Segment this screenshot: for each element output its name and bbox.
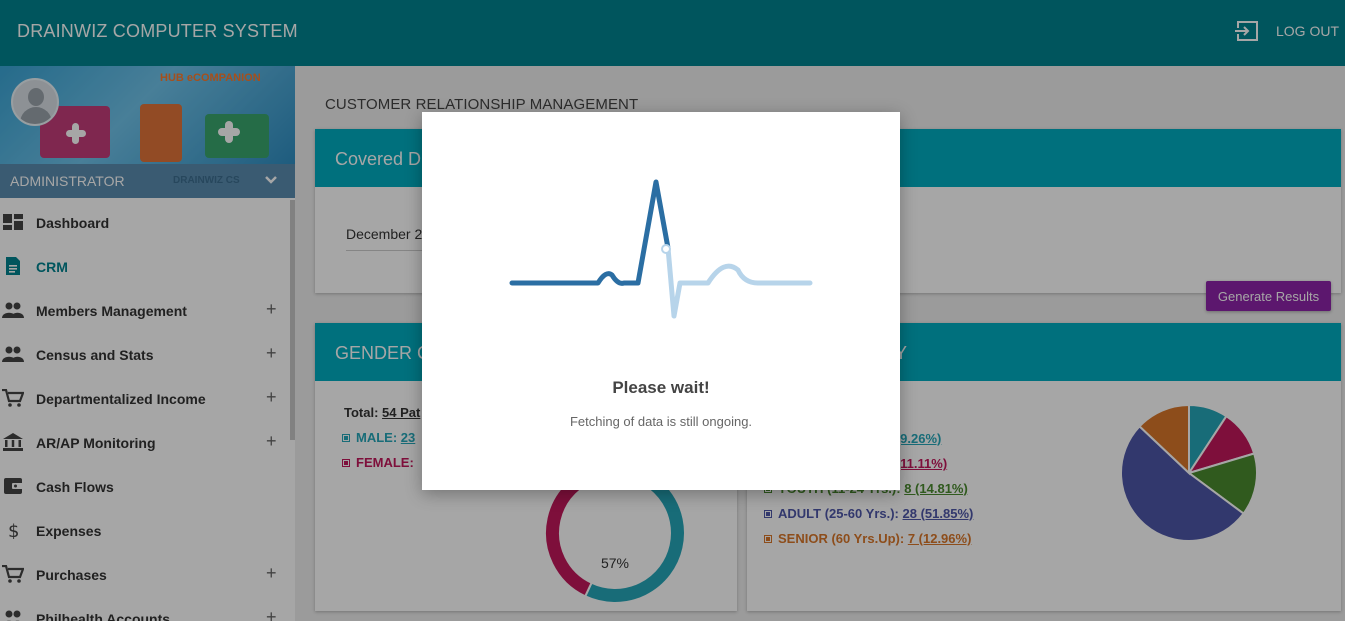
modal-title: Please wait! bbox=[612, 378, 710, 397]
modal-message: Fetching of data is still ongoing. bbox=[569, 414, 753, 429]
loading-modal: Please wait! Fetching of data is still o… bbox=[422, 112, 900, 490]
heartbeat-icon bbox=[509, 179, 813, 319]
